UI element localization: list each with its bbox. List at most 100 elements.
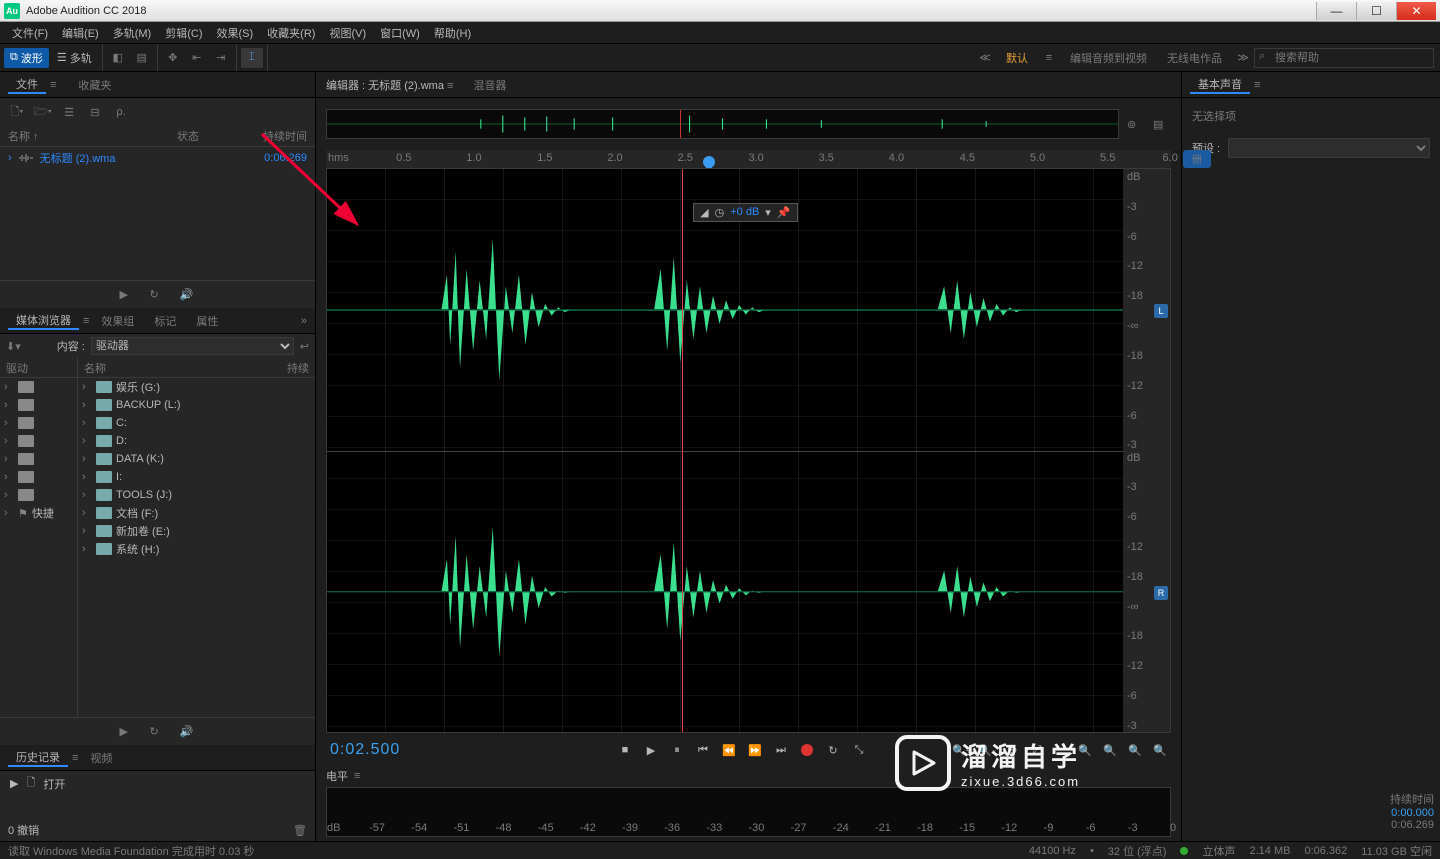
mb-volume-icon[interactable]: 🔊 (180, 725, 196, 738)
workspace-default[interactable]: 默认 (996, 50, 1038, 66)
levels-menu-icon[interactable]: ≡ (354, 770, 360, 782)
loop-preview-icon[interactable]: ↻ (150, 288, 166, 301)
record-button[interactable] (796, 739, 818, 761)
menu-effects[interactable]: 效果(S) (211, 23, 260, 43)
overview-waveform[interactable] (326, 109, 1119, 139)
back-icon[interactable]: ↩ (300, 340, 309, 353)
menu-favorites[interactable]: 收藏夹(R) (261, 23, 321, 43)
col-status[interactable]: 状态 (177, 128, 237, 144)
waveform-display[interactable]: ◢ ◷ +0 dB ▾ 📌 (326, 168, 1123, 733)
pin-icon[interactable]: 📌 (777, 206, 791, 219)
channel-display-icon[interactable]: ⊚ (1127, 118, 1145, 131)
tab-favorites[interactable]: 收藏夹 (70, 77, 119, 93)
play-preview-icon[interactable]: ▶ (120, 288, 136, 301)
import-icon[interactable]: ☰ (60, 103, 78, 121)
drive-tree-item[interactable]: › (0, 414, 77, 432)
time-selection-tool-icon[interactable]: 𝙸 (241, 48, 263, 68)
tab-mixer[interactable]: 混音器 (473, 77, 506, 93)
history-menu-icon[interactable]: ≡ (72, 752, 78, 764)
maximize-button[interactable]: ☐ (1356, 2, 1396, 20)
workspace-next-icon[interactable]: ≫ (1232, 48, 1254, 68)
menu-file[interactable]: 文件(F) (6, 23, 54, 43)
content-select[interactable]: 驱动器 (91, 337, 294, 355)
drive-item[interactable]: ›文档 (F:) (78, 504, 315, 522)
drive-item[interactable]: ›D: (78, 432, 315, 450)
skip-selection-button[interactable]: ⤡ (848, 739, 870, 761)
waveform-mode-button[interactable]: ⧉波形 (4, 48, 49, 68)
col-name[interactable]: 名称 ↑ (8, 128, 177, 144)
multitrack-mode-button[interactable]: ☰多轨 (51, 48, 98, 68)
stop-button[interactable]: ■ (614, 739, 636, 761)
tab-effects-rack[interactable]: 效果组 (93, 313, 142, 329)
filter-input-icon[interactable]: ρ. (112, 103, 130, 121)
tab-media-browser[interactable]: 媒体浏览器 (8, 312, 79, 330)
drive-tree-item[interactable]: › (0, 396, 77, 414)
time-ruler[interactable]: hms 0.5 1.0 1.5 2.0 2.5 3.0 3.5 4.0 4.5 … (326, 150, 1171, 168)
open-file-icon[interactable]: 🗁▾ (34, 103, 52, 121)
history-item-open[interactable]: ▶ 🗋 打开 (0, 771, 315, 796)
shortcut-icon[interactable]: ⬇▾ (6, 340, 21, 353)
right-col-dur[interactable]: 持续 (287, 360, 309, 376)
tab-history[interactable]: 历史记录 (8, 749, 68, 767)
drive-tree-item[interactable]: ›⚑快捷 (0, 504, 77, 522)
drive-tree-item[interactable]: › (0, 468, 77, 486)
menu-clip[interactable]: 剪辑(C) (159, 23, 208, 43)
menu-multitrack[interactable]: 多轨(M) (107, 23, 158, 43)
file-row[interactable]: › 无标题 (2).wma 0:06.269 (0, 147, 315, 169)
razor-next-icon[interactable]: ⇥ (210, 48, 232, 68)
play-button[interactable]: ▶ (640, 739, 662, 761)
menu-view[interactable]: 视图(V) (323, 23, 372, 43)
hud-volume[interactable]: ◢ ◷ +0 dB ▾ 📌 (693, 203, 797, 222)
razor-prev-icon[interactable]: ⇤ (186, 48, 208, 68)
close-file-icon[interactable]: ⊟ (86, 103, 104, 121)
tab-video[interactable]: 视频 (82, 750, 120, 766)
preset-select[interactable] (1228, 138, 1430, 158)
drive-item[interactable]: ›娱乐 (G:) (78, 378, 315, 396)
selection-start[interactable]: 0:00.000 (1334, 807, 1434, 819)
skip-end-button[interactable]: ⏭ (770, 739, 792, 761)
playhead-marker-icon[interactable] (703, 150, 715, 168)
workspace-menu-icon[interactable]: ≡ (1038, 48, 1060, 68)
skip-start-button[interactable]: ⏮ (692, 739, 714, 761)
media-browser-menu-icon[interactable]: ≡ (83, 315, 89, 327)
drive-tree-item[interactable]: › (0, 378, 77, 396)
tab-editor[interactable]: 编辑器 : 无标题 (2).wma ≡ (326, 77, 453, 93)
minimize-button[interactable]: — (1316, 2, 1356, 20)
drive-item[interactable]: ›C: (78, 414, 315, 432)
rewind-button[interactable]: ⏪ (718, 739, 740, 761)
workspace-edit-audio-to-video[interactable]: 编辑音频到视频 (1060, 50, 1157, 66)
trash-icon[interactable]: 🗑 (293, 824, 307, 837)
drive-tree-item[interactable]: › (0, 432, 77, 450)
drive-item[interactable]: ›BACKUP (L:) (78, 396, 315, 414)
workspace-radio-production[interactable]: 无线电作品 (1157, 50, 1232, 66)
right-col-name[interactable]: 名称 (84, 360, 287, 376)
menu-edit[interactable]: 编辑(E) (56, 23, 105, 43)
drive-item[interactable]: ›系统 (H:) (78, 540, 315, 558)
zoom-out-point-icon[interactable]: 🔍 (1149, 739, 1171, 761)
pause-button[interactable]: ⏸ (666, 739, 688, 761)
workspace-prev-icon[interactable]: ≪ (974, 48, 996, 68)
mb-loop-icon[interactable]: ↻ (150, 725, 166, 738)
spectral-freq-icon[interactable]: 卌 (1183, 150, 1211, 168)
drive-item[interactable]: ›TOOLS (J:) (78, 486, 315, 504)
mb-play-icon[interactable]: ▶ (120, 725, 136, 738)
tab-properties[interactable]: 属性 (188, 313, 226, 329)
tab-essential-sound[interactable]: 基本声音 (1190, 76, 1250, 94)
zoom-sel-out-icon[interactable]: 🔍 (1099, 739, 1121, 761)
drive-tree-item[interactable]: › (0, 486, 77, 504)
help-search-input[interactable]: 搜索帮助 (1254, 48, 1434, 68)
essential-sound-menu-icon[interactable]: ≡ (1254, 79, 1260, 91)
tab-markers[interactable]: 标记 (146, 313, 184, 329)
forward-button[interactable]: ⏩ (744, 739, 766, 761)
drive-item[interactable]: ›新加卷 (E:) (78, 522, 315, 540)
drive-item[interactable]: ›DATA (K:) (78, 450, 315, 468)
new-file-icon[interactable]: 🗋▾ (8, 103, 26, 121)
channel-right-label[interactable]: R (1154, 586, 1168, 600)
menu-window[interactable]: 窗口(W) (374, 23, 426, 43)
col-duration[interactable]: 持续时间 (237, 128, 307, 144)
view-options-icon[interactable]: ▤ (1153, 118, 1171, 131)
selection-end[interactable]: 0:06.269 (1334, 819, 1434, 831)
files-panel-menu-icon[interactable]: ≡ (50, 79, 56, 91)
loop-button[interactable]: ↻ (822, 739, 844, 761)
drive-item[interactable]: ›I: (78, 468, 315, 486)
